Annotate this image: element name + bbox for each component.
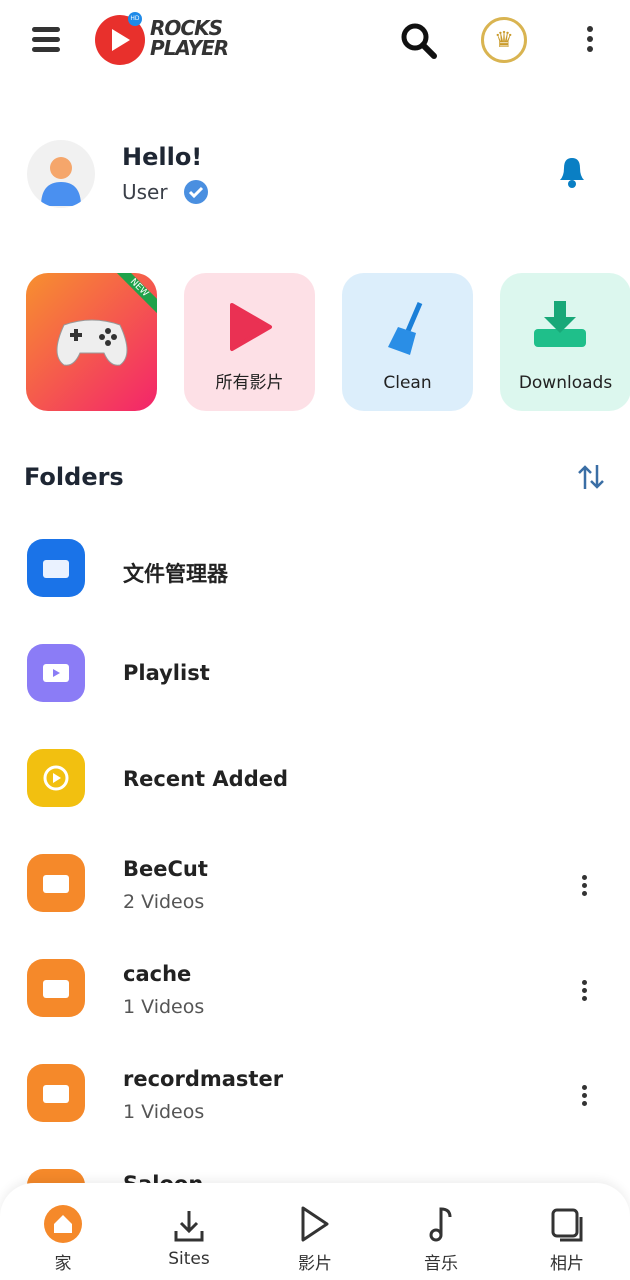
folder-row[interactable]: cache 1 Videos — [0, 940, 630, 1040]
play-icon — [226, 301, 274, 357]
nav-label: 家 — [54, 1254, 72, 1274]
nav-music[interactable]: 音乐 — [378, 1183, 504, 1280]
folder-name: BeeCut — [123, 857, 208, 881]
video-count: 1 Videos — [123, 1101, 205, 1123]
search-icon[interactable] — [400, 22, 438, 64]
nav-label: Sites — [168, 1249, 210, 1269]
folder-name: recordmaster — [123, 1067, 284, 1091]
folder-more-icon[interactable] — [582, 1085, 587, 1109]
new-badge: NEW — [107, 273, 157, 320]
tile-clean[interactable]: Clean — [342, 273, 473, 411]
folder-name: 文件管理器 — [123, 562, 228, 586]
verified-badge-icon — [182, 178, 210, 210]
top-app-bar: HD ROCKS PLAYER ♛ — [0, 0, 630, 80]
folders-heading: Folders — [24, 463, 124, 491]
premium-crown-icon[interactable]: ♛ — [481, 17, 527, 63]
nav-label: 音乐 — [424, 1254, 458, 1274]
more-options-icon[interactable] — [587, 26, 593, 56]
nav-label: 影片 — [298, 1254, 332, 1274]
download-icon — [532, 299, 588, 353]
recent-icon — [27, 749, 85, 807]
nav-label: 相片 — [550, 1254, 584, 1274]
nav-photos[interactable]: 相片 — [504, 1183, 630, 1280]
folder-name: Playlist — [123, 661, 210, 685]
tile-label: Downloads — [518, 373, 613, 393]
sort-icon[interactable] — [577, 463, 605, 495]
folder-row[interactable]: BeeCut 2 Videos — [0, 835, 630, 935]
tile-games[interactable]: NEW — [26, 273, 157, 411]
bottom-navigation: 家 Sites 影片 音乐 相片 — [0, 1183, 630, 1280]
music-note-icon — [378, 1183, 504, 1243]
folder-icon — [27, 539, 85, 597]
nav-home[interactable]: 家 — [0, 1183, 126, 1280]
folder-icon — [27, 1064, 85, 1122]
avatar[interactable] — [27, 140, 95, 208]
video-count: 2 Videos — [123, 891, 205, 913]
playlist-icon — [27, 644, 85, 702]
folder-more-icon[interactable] — [582, 875, 587, 899]
app-logo-text: ROCKS PLAYER — [150, 16, 229, 60]
download-icon — [126, 1183, 252, 1243]
tile-downloads[interactable]: Downloads — [500, 273, 630, 411]
home-icon — [0, 1183, 126, 1243]
folder-row[interactable]: recordmaster 1 Videos — [0, 1045, 630, 1145]
tile-label: Clean — [383, 373, 432, 393]
hd-badge: HD — [128, 12, 142, 26]
broom-icon — [384, 301, 432, 361]
notification-bell-icon[interactable] — [556, 154, 588, 194]
folder-icon — [27, 854, 85, 912]
username: User — [122, 180, 168, 204]
folder-icon — [27, 959, 85, 1017]
nav-videos[interactable]: 影片 — [252, 1183, 378, 1280]
gamepad-icon — [54, 315, 130, 371]
hamburger-menu-icon[interactable] — [32, 27, 60, 57]
nav-sites[interactable]: Sites — [126, 1183, 252, 1280]
folder-row-file-manager[interactable]: 文件管理器 — [0, 520, 630, 620]
folder-name: cache — [123, 962, 192, 986]
greeting: Hello! — [122, 143, 203, 171]
tile-label: 所有影片 — [215, 373, 284, 393]
folder-row-playlist[interactable]: Playlist — [0, 625, 630, 725]
photos-icon — [504, 1183, 630, 1243]
tile-all-videos[interactable]: 所有影片 — [184, 273, 315, 411]
folder-name: Recent Added — [123, 767, 288, 791]
folder-row-recent-added[interactable]: Recent Added — [0, 730, 630, 830]
play-icon — [252, 1183, 378, 1243]
video-count: 1 Videos — [123, 996, 205, 1018]
folder-more-icon[interactable] — [582, 980, 587, 1004]
